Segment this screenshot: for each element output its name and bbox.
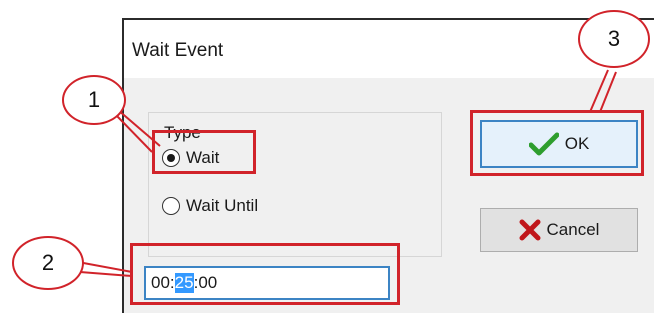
time-seconds: 00 (198, 273, 218, 292)
cancel-button[interactable]: Cancel (480, 208, 638, 252)
dialog-title: Wait Event (132, 40, 224, 61)
radio-wait[interactable]: Wait (162, 148, 219, 168)
checkmark-icon (528, 132, 559, 156)
radio-checked-icon[interactable] (162, 149, 180, 167)
callout-1-number: 1 (87, 87, 101, 112)
wait-event-dialog: Wait Event Type Wait Wait Until 00 : 25 … (122, 18, 654, 313)
ok-button[interactable]: OK (480, 120, 638, 168)
callout-1: 1 (62, 75, 126, 125)
cancel-button-label: Cancel (546, 220, 600, 239)
type-group-label: Type (162, 123, 203, 143)
x-icon (519, 219, 541, 241)
radio-wait-label: Wait (186, 148, 220, 167)
time-hours: 00 (151, 273, 170, 292)
title-bar[interactable]: Wait Event (124, 20, 654, 78)
callout-2-number: 2 (41, 250, 55, 275)
callout-2: 2 (12, 236, 84, 290)
time-minutes-selected: 25 (174, 273, 194, 293)
ok-button-label: OK (564, 134, 590, 153)
time-input[interactable]: 00 : 25 : 00 (144, 266, 390, 300)
radio-wait-until[interactable]: Wait Until (162, 196, 258, 216)
radio-unchecked-icon[interactable] (162, 197, 180, 215)
radio-wait-until-label: Wait Until (186, 196, 259, 215)
